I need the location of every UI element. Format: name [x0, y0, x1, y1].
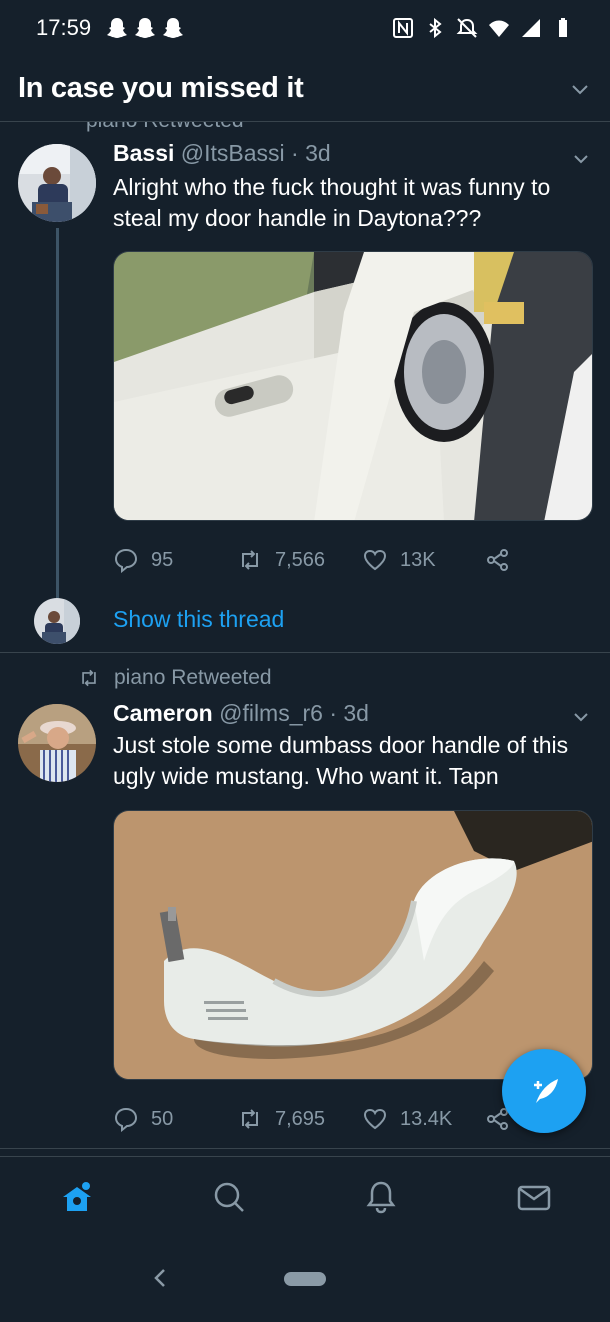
tweet-header: Cameron @films_r6 · 3d [113, 700, 369, 727]
compose-icon [534, 1079, 558, 1103]
heart-icon [363, 549, 387, 571]
show-thread-link[interactable]: Show this thread [113, 606, 284, 633]
status-bar: 17:59 [0, 0, 610, 56]
reply-count: 95 [151, 548, 174, 571]
signal-icon [522, 19, 540, 37]
retweet-icon [242, 550, 258, 570]
tweet-actions: 95 7,566 13K [113, 547, 533, 579]
share-icon [487, 549, 508, 571]
chevron-down-icon[interactable] [572, 150, 590, 168]
tweet-image[interactable] [113, 251, 593, 521]
timestamp: · 3d [291, 140, 331, 166]
snapchat-icon [135, 18, 156, 38]
timeline-header: In case you missed it [0, 56, 610, 122]
retweet-button[interactable]: 7,695 [237, 1106, 325, 1132]
like-button[interactable]: 13.4K [362, 1106, 452, 1132]
tweet-actions: 50 7,695 13.4K [113, 1106, 533, 1138]
retweet-button[interactable]: 7,566 [237, 547, 325, 573]
handle[interactable]: @ItsBassi [181, 140, 285, 166]
tweet-header: Bassi @ItsBassi · 3d [113, 140, 331, 167]
chevron-down-icon[interactable] [572, 708, 590, 726]
retweet-count: 7,695 [275, 1107, 326, 1130]
mute-icon [456, 18, 478, 38]
retweet-count: 7,566 [275, 548, 326, 571]
status-time: 17:59 [36, 15, 92, 40]
retweet-icon [242, 1109, 258, 1129]
heart-icon [363, 1108, 387, 1130]
like-count: 13.4K [400, 1107, 453, 1130]
home-icon[interactable] [59, 1179, 95, 1215]
battery-icon [559, 18, 567, 37]
share-button[interactable] [485, 547, 511, 573]
tweet[interactable]: Bassi @ItsBassi · 3d Alright who the fuc… [0, 122, 610, 652]
compose-tweet-button[interactable] [502, 1049, 586, 1133]
thread-line [56, 228, 59, 598]
bluetooth-icon [429, 17, 442, 39]
reply-button[interactable]: 50 [113, 1106, 173, 1132]
nfc-icon [393, 18, 413, 38]
timestamp: · 3d [329, 700, 369, 726]
reply-button[interactable]: 95 [113, 547, 173, 573]
home-pill[interactable] [284, 1272, 326, 1286]
tweet-text: Just stole some dumbass door handle of t… [113, 732, 569, 789]
reply-count: 50 [151, 1107, 174, 1130]
divider [0, 1148, 610, 1149]
page-title: In case you missed it [18, 72, 304, 104]
chevron-down-icon[interactable] [570, 79, 590, 99]
system-nav-bar [0, 1238, 610, 1322]
display-name[interactable]: Bassi [113, 140, 174, 166]
tweet-text: Alright who the fuck thought it was funn… [113, 174, 551, 231]
avatar[interactable] [34, 598, 80, 644]
search-icon[interactable] [211, 1179, 247, 1215]
messages-icon[interactable] [516, 1179, 552, 1215]
handle[interactable]: @films_r6 [219, 700, 323, 726]
like-count: 13K [400, 548, 436, 571]
snapchat-icon [163, 18, 184, 38]
notifications-icon[interactable] [363, 1179, 399, 1215]
tweet-image[interactable] [113, 810, 593, 1080]
bottom-nav [0, 1156, 610, 1238]
snapchat-icon [107, 18, 128, 38]
like-button[interactable]: 13K [362, 547, 436, 573]
reply-icon [114, 548, 138, 573]
divider [0, 652, 610, 653]
reply-icon [114, 1107, 138, 1132]
avatar[interactable] [18, 704, 96, 782]
avatar[interactable] [18, 144, 96, 222]
display-name[interactable]: Cameron [113, 700, 213, 726]
back-icon[interactable] [150, 1266, 170, 1290]
wifi-icon [489, 20, 509, 37]
